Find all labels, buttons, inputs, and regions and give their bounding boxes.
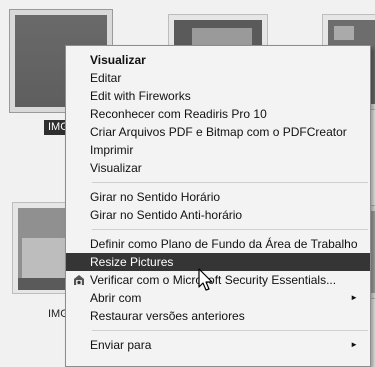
menu-item-editar[interactable]: Editar (66, 69, 370, 87)
menu-item-imprimir[interactable]: Imprimir (66, 141, 370, 159)
menu-group-misc: Definir como Plano de Fundo da Área de T… (66, 235, 370, 325)
menu-item-set-desktop-background[interactable]: Definir como Plano de Fundo da Área de T… (66, 235, 370, 253)
menu-item-restore-previous-versions[interactable]: Restaurar versões anteriores (66, 307, 370, 325)
submenu-arrow-icon: ► (350, 293, 358, 302)
menu-item-enviar-para[interactable]: Enviar para ► (66, 336, 370, 354)
menu-group-send: Enviar para ► (66, 336, 370, 354)
menu-item-visualizar[interactable]: Visualizar (66, 159, 370, 177)
menu-separator (90, 229, 368, 230)
menu-item-label: Enviar para (90, 338, 152, 352)
menu-item-readiris[interactable]: Reconhecer com Readiris Pro 10 (66, 105, 370, 123)
menu-group-rotate: Girar no Sentido Horário Girar no Sentid… (66, 188, 370, 224)
menu-item-label: Abrir com (90, 291, 142, 305)
menu-item-security-essentials[interactable]: Verificar com o Microsoft Security Essen… (66, 271, 370, 289)
context-menu: Visualizar Editar Edit with Fireworks Re… (65, 45, 371, 367)
menu-item-visualizar-default[interactable]: Visualizar (66, 51, 370, 69)
mouse-cursor-icon (198, 268, 213, 291)
menu-item-resize-pictures[interactable]: Resize Pictures (66, 253, 370, 271)
menu-item-edit-with-fireworks[interactable]: Edit with Fireworks (66, 87, 370, 105)
menu-item-rotate-counterclockwise[interactable]: Girar no Sentido Anti-horário (66, 206, 370, 224)
menu-separator (90, 182, 368, 183)
security-essentials-icon (74, 275, 84, 285)
menu-group-open: Visualizar Editar Edit with Fireworks Re… (66, 46, 370, 177)
menu-item-rotate-clockwise[interactable]: Girar no Sentido Horário (66, 188, 370, 206)
submenu-arrow-icon: ► (350, 340, 358, 349)
menu-separator (90, 330, 368, 331)
menu-item-pdfcreator[interactable]: Criar Arquivos PDF e Bitmap com o PDFCre… (66, 123, 370, 141)
menu-item-abrir-com[interactable]: Abrir com ► (66, 289, 370, 307)
